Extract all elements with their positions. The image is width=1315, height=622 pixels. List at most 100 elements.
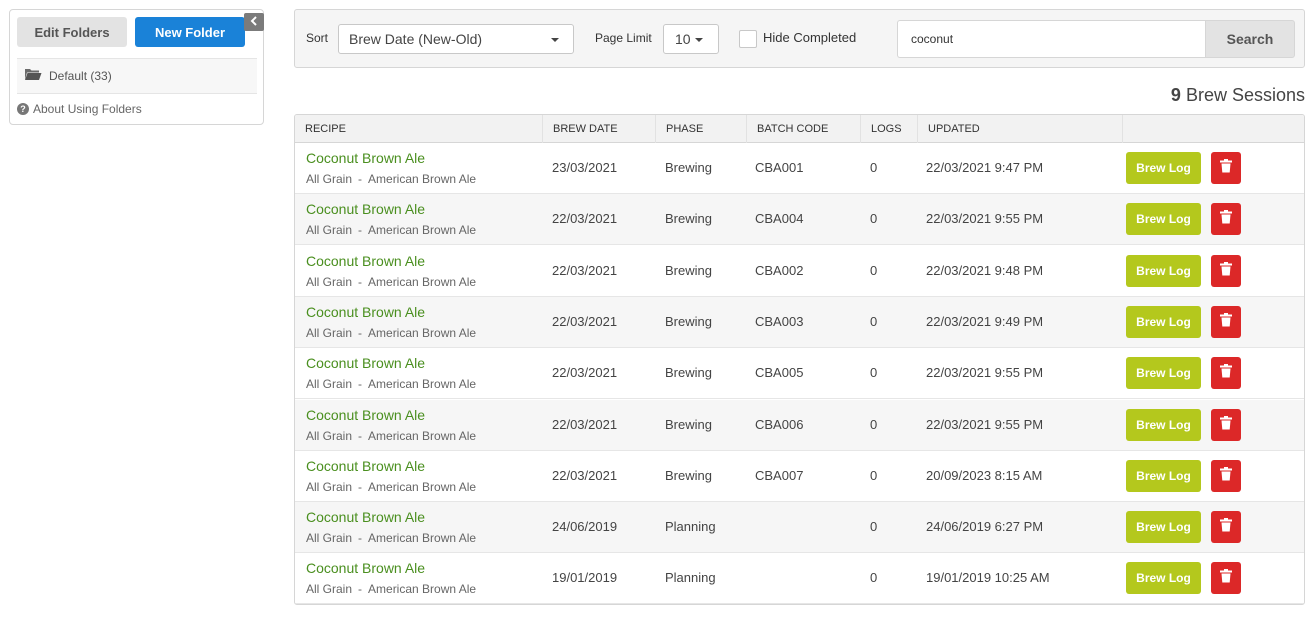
recipe-method: All Grain	[306, 377, 353, 391]
recipe-separator: -	[358, 377, 363, 391]
recipe-name-link[interactable]: Coconut Brown Ale	[306, 304, 425, 320]
table-row: Coconut Brown Ale All Grain - American Brow…	[295, 297, 1304, 348]
updated-cell: 20/09/2023 8:15 AM	[926, 468, 1043, 483]
recipe-name-link[interactable]: Coconut Brown Ale	[306, 407, 425, 423]
delete-button[interactable]	[1211, 409, 1241, 441]
phase-cell: Planning	[665, 570, 716, 585]
folder-item-default[interactable]: Default (33)	[17, 58, 257, 94]
trash-icon	[1220, 568, 1232, 588]
column-header-logs[interactable]: LOGS	[860, 115, 917, 143]
recipe-meta: All Grain - American Brown Ale	[306, 429, 476, 443]
new-folder-button[interactable]: New Folder	[135, 17, 245, 47]
about-folders-link[interactable]: ? About Using Folders	[17, 102, 142, 116]
column-header-batch-code[interactable]: BATCH CODE	[746, 115, 860, 143]
filter-bar: Sort Brew Date (New-Old) Page Limit 10 H…	[294, 9, 1305, 68]
recipe-meta: All Grain - American Brown Ale	[306, 326, 476, 340]
brew-log-button[interactable]: Brew Log	[1126, 255, 1201, 287]
brew-log-button[interactable]: Brew Log	[1126, 409, 1201, 441]
sort-value: Brew Date (New-Old)	[349, 31, 483, 47]
logs-cell: 0	[870, 365, 878, 380]
logs-cell: 0	[870, 468, 878, 483]
table-header: RECIPE BREW DATE PHASE BATCH CODE LOGS U…	[295, 115, 1304, 143]
brew-log-button[interactable]: Brew Log	[1126, 562, 1201, 594]
recipe-name-link[interactable]: Coconut Brown Ale	[306, 253, 425, 269]
updated-cell: 22/03/2021 9:55 PM	[926, 211, 1044, 226]
recipe-style: American Brown Ale	[368, 531, 477, 545]
recipe-name-link[interactable]: Coconut Brown Ale	[306, 150, 425, 166]
table-row: Coconut Brown Ale All Grain - American Brow…	[295, 553, 1304, 604]
recipe-name-link[interactable]: Coconut Brown Ale	[306, 560, 425, 576]
batch-code-cell: CBA005	[755, 365, 804, 380]
hide-completed-label[interactable]: Hide Completed	[763, 30, 856, 45]
brew-log-button[interactable]: Brew Log	[1126, 357, 1201, 389]
phase-cell: Brewing	[665, 160, 712, 175]
brew-log-button[interactable]: Brew Log	[1126, 460, 1201, 492]
recipe-name-link[interactable]: Coconut Brown Ale	[306, 355, 425, 371]
search-button[interactable]: Search	[1205, 20, 1295, 58]
sort-select[interactable]: Brew Date (New-Old)	[338, 24, 574, 54]
logs-cell: 0	[870, 417, 878, 432]
page-limit-select[interactable]: 10	[663, 24, 719, 54]
trash-icon	[1220, 312, 1232, 332]
updated-cell: 22/03/2021 9:49 PM	[926, 314, 1044, 329]
phase-cell: Brewing	[665, 468, 712, 483]
recipe-style: American Brown Ale	[368, 326, 477, 340]
brew-log-button[interactable]: Brew Log	[1126, 306, 1201, 338]
brew-date-cell: 22/03/2021	[552, 417, 618, 432]
recipe-meta: All Grain - American Brown Ale	[306, 531, 476, 545]
brew-log-button[interactable]: Brew Log	[1126, 511, 1201, 543]
column-header-recipe[interactable]: RECIPE	[295, 115, 542, 143]
hide-completed-checkbox[interactable]	[739, 30, 757, 48]
recipe-style: American Brown Ale	[368, 223, 477, 237]
brew-log-button[interactable]: Brew Log	[1126, 152, 1201, 184]
chevron-left-icon	[250, 13, 258, 31]
recipe-name-link[interactable]: Coconut Brown Ale	[306, 458, 425, 474]
trash-icon	[1220, 517, 1232, 537]
batch-code-cell: CBA001	[755, 160, 804, 175]
batch-code-cell: CBA002	[755, 263, 804, 278]
page-limit-value: 10	[675, 31, 691, 47]
logs-cell: 0	[870, 519, 878, 534]
recipe-name-link[interactable]: Coconut Brown Ale	[306, 509, 425, 525]
column-header-phase[interactable]: PHASE	[655, 115, 746, 143]
recipe-meta: All Grain - American Brown Ale	[306, 275, 476, 289]
column-header-actions	[1122, 115, 1304, 143]
recipe-method: All Grain	[306, 480, 353, 494]
recipe-separator: -	[358, 531, 363, 545]
delete-button[interactable]	[1211, 255, 1241, 287]
trash-icon	[1220, 261, 1232, 281]
trash-icon	[1220, 158, 1232, 178]
delete-button[interactable]	[1211, 460, 1241, 492]
delete-button[interactable]	[1211, 562, 1241, 594]
delete-button[interactable]	[1211, 306, 1241, 338]
brew-date-cell: 22/03/2021	[552, 365, 618, 380]
batch-code-cell: CBA004	[755, 211, 804, 226]
recipe-method: All Grain	[306, 275, 353, 289]
logs-cell: 0	[870, 263, 878, 278]
logs-cell: 0	[870, 211, 878, 226]
brew-sessions-table: RECIPE BREW DATE PHASE BATCH CODE LOGS U…	[294, 114, 1305, 605]
brew-date-cell: 22/03/2021	[552, 468, 618, 483]
folders-panel: Edit Folders New Folder Default (33) ? A…	[9, 9, 264, 125]
recipe-name-link[interactable]: Coconut Brown Ale	[306, 201, 425, 217]
recipe-method: All Grain	[306, 172, 353, 186]
table-row: Coconut Brown Ale All Grain - American Brow…	[295, 348, 1304, 399]
phase-cell: Brewing	[665, 211, 712, 226]
recipe-style: American Brown Ale	[368, 429, 477, 443]
column-header-brew-date[interactable]: BREW DATE	[542, 115, 655, 143]
open-folder-icon	[24, 67, 42, 85]
search-input[interactable]: coconut	[897, 20, 1206, 58]
delete-button[interactable]	[1211, 511, 1241, 543]
updated-cell: 24/06/2019 6:27 PM	[926, 519, 1044, 534]
delete-button[interactable]	[1211, 203, 1241, 235]
delete-button[interactable]	[1211, 357, 1241, 389]
collapse-sidebar-button[interactable]	[244, 13, 264, 31]
recipe-meta: All Grain - American Brown Ale	[306, 480, 476, 494]
brew-log-button[interactable]: Brew Log	[1126, 203, 1201, 235]
phase-cell: Brewing	[665, 263, 712, 278]
edit-folders-button[interactable]: Edit Folders	[17, 17, 127, 47]
delete-button[interactable]	[1211, 152, 1241, 184]
brew-date-cell: 23/03/2021	[552, 160, 618, 175]
column-header-updated[interactable]: UPDATED	[917, 115, 1122, 143]
trash-icon	[1220, 466, 1232, 486]
